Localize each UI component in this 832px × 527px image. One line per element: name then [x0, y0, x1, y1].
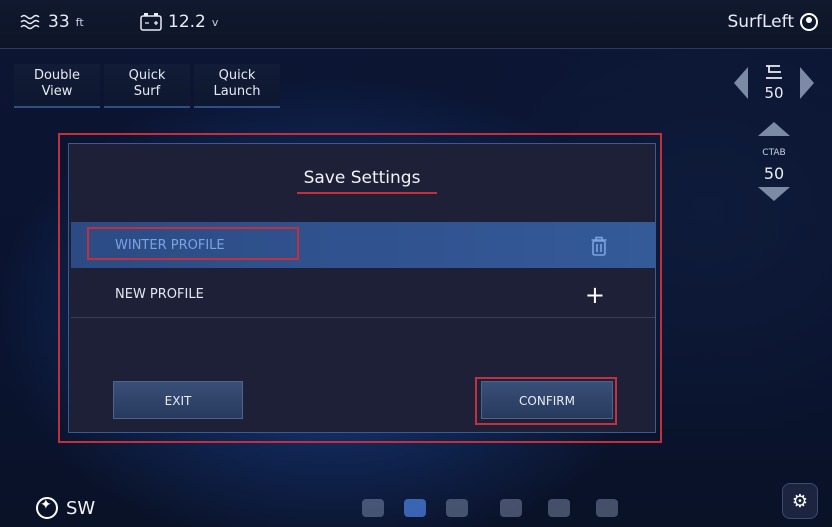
next-arrow-icon[interactable] [800, 67, 814, 99]
previous-arrow-icon[interactable] [734, 67, 748, 99]
ctab-label: CTAB [762, 148, 786, 158]
profile-name: SurfLeft [727, 12, 794, 32]
double-view-label: Double View [33, 68, 81, 99]
battery-value: 12.2 [168, 12, 206, 32]
exit-button[interactable]: EXIT [113, 381, 243, 419]
title-underline [297, 192, 437, 194]
compass-icon [36, 497, 58, 519]
mode-buttons: Double View Quick Surf Quick Launch [14, 64, 284, 108]
gear-icon: ⚙ [791, 490, 809, 512]
dock-icon[interactable] [362, 499, 384, 517]
heading-value: SW [66, 497, 96, 519]
wave-shaper-icon [766, 65, 782, 79]
ctab-up-arrow-icon[interactable] [758, 122, 790, 136]
ctab-down-arrow-icon[interactable] [758, 187, 790, 201]
dock-icon[interactable] [500, 499, 522, 517]
status-bar: 33 ft 12.2 v SurfLeft [0, 0, 832, 49]
quick-launch-button[interactable]: Quick Launch [194, 64, 280, 108]
profile-row-new[interactable]: NEW PROFILE + [71, 272, 655, 318]
user-avatar-icon [800, 13, 818, 31]
depth-value: 33 [48, 12, 70, 32]
dock-icon[interactable] [548, 499, 570, 517]
dock-icon[interactable] [404, 499, 426, 517]
right-control-panel: 50 CTAB 50 [734, 64, 814, 201]
quick-surf-label: Quick Surf [128, 68, 166, 99]
depth-unit: ft [75, 15, 84, 29]
settings-gear-button[interactable]: ⚙ [782, 483, 818, 519]
confirm-highlight [475, 377, 617, 425]
battery-unit: v [211, 15, 219, 29]
battery-icon [140, 13, 162, 31]
battery-readout: 12.2 v [140, 12, 218, 32]
bottom-bar: SW ⚙ [0, 481, 832, 527]
save-settings-dialog: Save Settings WINTER PROFILE NEW PROFILE… [68, 143, 656, 433]
quick-launch-label: Quick Launch [213, 68, 261, 99]
wave-setting: 50 [763, 64, 785, 102]
ctab-value: 50 [763, 164, 785, 183]
quick-surf-button[interactable]: Quick Surf [104, 64, 190, 108]
heading-readout: SW [36, 497, 95, 519]
double-view-button[interactable]: Double View [14, 64, 100, 108]
profile-selector[interactable]: SurfLeft [727, 12, 818, 32]
winter-profile-highlight [87, 227, 299, 260]
wave-value: 50 [764, 84, 784, 102]
dock-icon[interactable] [446, 499, 468, 517]
dialog-title: Save Settings [303, 168, 421, 188]
dock-icon[interactable] [596, 499, 618, 517]
profile-label: NEW PROFILE [115, 287, 204, 302]
depth-icon [20, 14, 40, 30]
trash-icon[interactable] [591, 236, 607, 256]
depth-readout: 33 ft [20, 12, 84, 32]
plus-icon[interactable]: + [585, 283, 605, 307]
